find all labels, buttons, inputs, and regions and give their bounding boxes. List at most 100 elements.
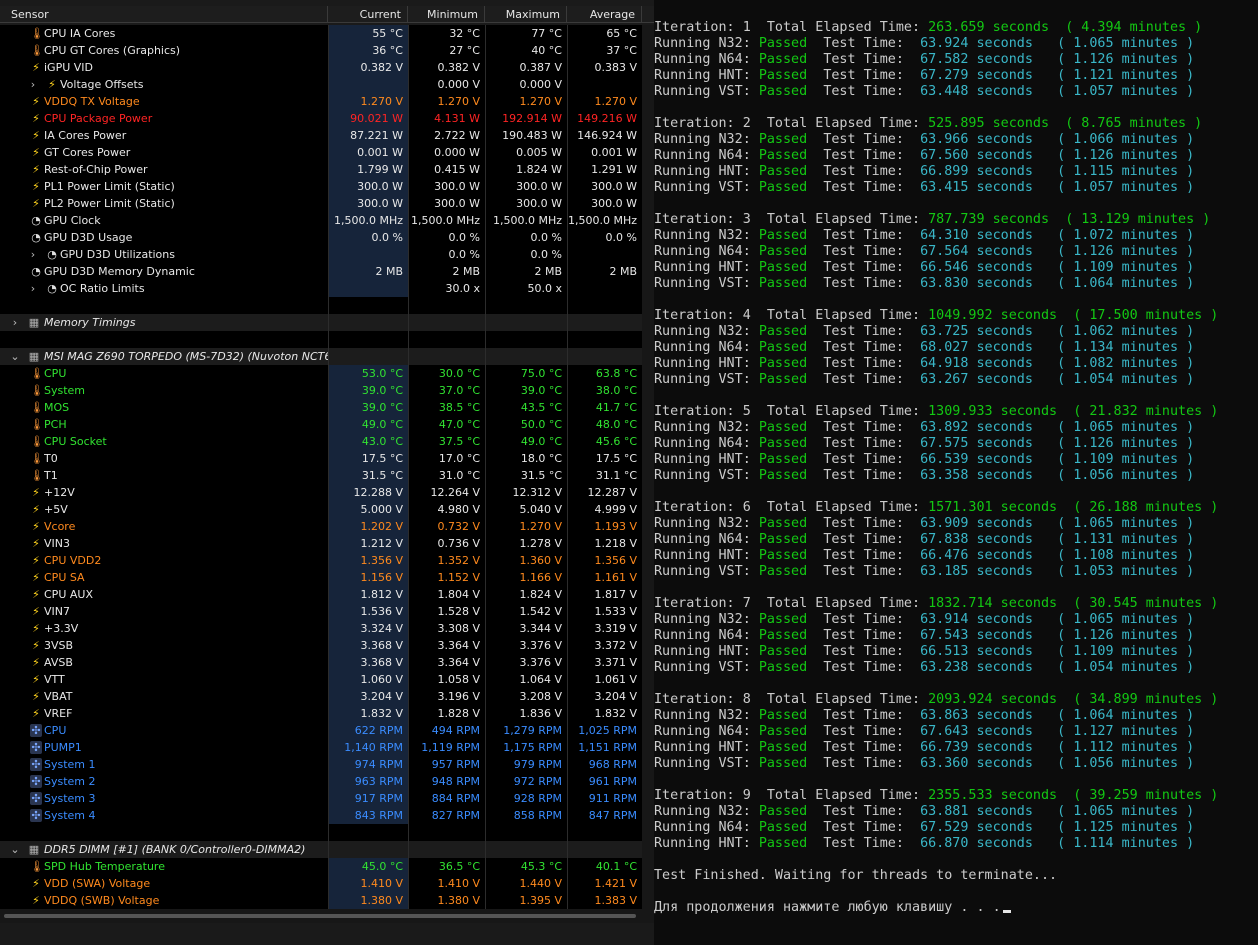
vertical-scrollbar[interactable] <box>642 25 654 909</box>
sensor-row[interactable]: ✣ PUMP1 1,140 RPM 1,119 RPM 1,175 RPM 1,151 R… <box>0 739 642 756</box>
horizontal-scrollbar[interactable] <box>0 909 654 923</box>
average-value: 1,025 RPM <box>567 722 642 739</box>
column-header-average[interactable]: Average <box>567 6 642 23</box>
expand-toggle-icon[interactable]: ⌄ <box>10 841 20 858</box>
average-value: 65 °C <box>567 25 642 42</box>
sensor-row[interactable]: 🌡 CPU IA Cores 55 °C 32 °C 77 °C 65 °C <box>0 25 642 42</box>
sensor-row[interactable]: 🌡 System 39.0 °C 37.0 °C 39.0 °C 38.0 °C <box>0 382 642 399</box>
sensor-row[interactable]: ✣ System 1 974 RPM 957 RPM 979 RPM 968 RPM <box>0 756 642 773</box>
running-label: Running <box>654 164 711 179</box>
elapsed-seconds: 263.659 seconds <box>928 20 1050 35</box>
sensor-row[interactable]: ◔ GPU D3D Memory Dynamic 2 MB 2 MB 2 MB 2 MB <box>0 263 642 280</box>
sensor-row[interactable]: ⚡ VIN3 1.212 V 0.736 V 1.278 V 1.218 V <box>0 535 642 552</box>
sensor-table-body: 🌡 CPU IA Cores 55 °C 32 °C 77 °C 65 °C 🌡 CPU GT… <box>0 25 642 909</box>
minimum-value: 1.152 V <box>408 569 485 586</box>
sensor-row[interactable]: ⚡ VBAT 3.204 V 3.196 V 3.208 V 3.204 V <box>0 688 642 705</box>
test-time-label: Test Time: <box>823 436 904 451</box>
expand-toggle-icon[interactable]: › <box>28 280 38 297</box>
column-header-maximum[interactable]: Maximum <box>485 6 567 23</box>
sensor-row[interactable]: ⚡ CPU AUX 1.812 V 1.804 V 1.824 V 1.817 V <box>0 586 642 603</box>
minimum-value: 0.732 V <box>408 518 485 535</box>
sensor-row[interactable]: ⚡ VTT 1.060 V 1.058 V 1.064 V 1.061 V <box>0 671 642 688</box>
sensor-row[interactable]: › ◔ GPU D3D Utilizations 0.0 % 0.0 % <box>0 246 642 263</box>
test-time-seconds: 67.564 seconds <box>920 244 1033 259</box>
sensor-row[interactable]: 🌡 T0 17.5 °C 17.0 °C 18.0 °C 17.5 °C <box>0 450 642 467</box>
sensor-row[interactable]: 🌡 PCH 49.0 °C 47.0 °C 50.0 °C 48.0 °C <box>0 416 642 433</box>
sensor-row[interactable]: ⚡ VDDQ (SWB) Voltage 1.380 V 1.380 V 1.395 V… <box>0 892 642 909</box>
sensor-row[interactable]: ⚡ Rest-of-Chip Power 1.799 W 0.415 W 1.824 W… <box>0 161 642 178</box>
sensor-row[interactable]: ✣ System 3 917 RPM 884 RPM 928 RPM 911 RPM <box>0 790 642 807</box>
expand-toggle-icon[interactable]: › <box>10 314 20 331</box>
minimum-value: 17.0 °C <box>408 450 485 467</box>
sensor-row[interactable]: ⚡ +12V 12.288 V 12.264 V 12.312 V 12.287 V <box>0 484 642 501</box>
column-header-current[interactable]: Current <box>328 6 408 23</box>
sensor-group-row[interactable]: ⌄ ▦ DDR5 DIMM [#1] (BANK 0/Controller0-DIM… <box>0 841 642 858</box>
expand-toggle-icon[interactable]: › <box>28 246 38 263</box>
sensor-row[interactable]: ⚡ +3.3V 3.324 V 3.308 V 3.344 V 3.319 V <box>0 620 642 637</box>
sensor-row[interactable]: ⚡ VIN7 1.536 V 1.528 V 1.542 V 1.533 V <box>0 603 642 620</box>
maximum-value: 50.0 °C <box>485 416 567 433</box>
sensor-group-row[interactable]: ⌄ ▦ MSI MAG Z690 TORPEDO (MS-7D32) (Nuvoto… <box>0 348 642 365</box>
sensor-label: CPU Socket <box>44 435 107 448</box>
thermometer-icon: 🌡 <box>30 401 44 414</box>
sensor-row[interactable]: › ⚡ Voltage Offsets 0.000 V 0.000 V <box>0 76 642 93</box>
sensor-row[interactable]: ⚡ CPU VDD2 1.356 V 1.352 V 1.360 V 1.356 V <box>0 552 642 569</box>
sensor-row[interactable]: ⚡ VREF 1.832 V 1.828 V 1.836 V 1.832 V <box>0 705 642 722</box>
minimum-value: 12.264 V <box>408 484 485 501</box>
iteration-number: 9 <box>742 788 751 803</box>
sensor-row[interactable]: ⚡ GT Cores Power 0.001 W 0.000 W 0.005 W 0.00… <box>0 144 642 161</box>
sensor-row[interactable]: ⚡ PL1 Power Limit (Static) 300.0 W 300.0 W3… <box>0 178 642 195</box>
sensor-row[interactable]: ⚡ VDD (SWA) Voltage 1.410 V 1.410 V 1.440 V1… <box>0 875 642 892</box>
expand-toggle-icon[interactable]: ⌄ <box>10 348 20 365</box>
sensor-row[interactable]: ⚡ PL2 Power Limit (Static) 300.0 W 300.0 W3… <box>0 195 642 212</box>
empty-cell <box>485 824 567 841</box>
sensor-row[interactable]: ⚡ Vcore 1.202 V 0.732 V 1.270 V 1.193 V <box>0 518 642 535</box>
sensor-row[interactable]: ⚡ CPU Package Power 90.021 W 4.131 W 192.914… <box>0 110 642 127</box>
test-time-minutes: ( 1.109 minutes ) <box>1057 260 1195 275</box>
running-label: Running <box>654 804 711 819</box>
maximum-value: 40 °C <box>485 42 567 59</box>
column-header-sensor[interactable]: Sensor <box>0 6 328 23</box>
test-result-status: Passed <box>758 148 808 163</box>
sensor-row[interactable]: ⚡ +5V 5.000 V 4.980 V 5.040 V 4.999 V <box>0 501 642 518</box>
sensor-row[interactable]: ⚡ 3VSB 3.368 V 3.364 V 3.376 V 3.372 V <box>0 637 642 654</box>
expand-toggle-icon[interactable]: › <box>28 76 38 93</box>
current-value: 3.324 V <box>328 620 408 637</box>
sensor-row[interactable]: ✣ System 2 963 RPM 948 RPM 972 RPM 961 RPM <box>0 773 642 790</box>
lightning-bolt-icon: ⚡ <box>32 180 40 193</box>
test-name: N64 <box>718 628 743 643</box>
running-label: Running <box>654 420 711 435</box>
sensor-row[interactable]: 🌡 MOS 39.0 °C 38.5 °C 43.5 °C 41.7 °C <box>0 399 642 416</box>
fan-icon: ✣ <box>30 724 42 737</box>
sensor-row[interactable]: 🌡 T1 31.5 °C 31.0 °C 31.5 °C 31.1 °C <box>0 467 642 484</box>
maximum-value: 3.344 V <box>485 620 567 637</box>
thermometer-icon: 🌡 <box>30 367 44 380</box>
iteration-label: Iteration: <box>654 692 735 707</box>
running-label: Running <box>654 148 711 163</box>
test-name: HNT <box>718 644 743 659</box>
sensor-row[interactable]: ⚡ AVSB 3.368 V 3.364 V 3.376 V 3.371 V <box>0 654 642 671</box>
sensor-row[interactable]: ◔ GPU D3D Usage 0.0 % 0.0 % 0.0 % 0.0 % <box>0 229 642 246</box>
sensor-row[interactable]: 🌡 CPU 53.0 °C 30.0 °C 75.0 °C 63.8 °C <box>0 365 642 382</box>
sensor-row[interactable]: › ◔ OC Ratio Limits 30.0 x 50.0 x <box>0 280 642 297</box>
sensor-row[interactable]: ⚡ IA Cores Power 87.221 W 2.722 W 190.483 W1… <box>0 127 642 144</box>
horizontal-scrollbar-thumb[interactable] <box>4 914 636 918</box>
sensor-label: 3VSB <box>44 639 74 652</box>
average-value: 0.0 % <box>567 229 642 246</box>
column-header-minimum[interactable]: Minimum <box>408 6 485 23</box>
sensor-row[interactable]: ✣ System 4 843 RPM 827 RPM 858 RPM 847 RPM <box>0 807 642 824</box>
sensor-label: VIN3 <box>44 537 70 550</box>
sensor-row[interactable]: 🌡 SPD Hub Temperature 45.0 °C 36.5 °C 45.3 °… <box>0 858 642 875</box>
sensor-row[interactable]: ◔ GPU Clock 1,500.0 MHz 1,500.0 MHz 1,500.0 … <box>0 212 642 229</box>
test-time-seconds: 63.267 seconds <box>920 372 1033 387</box>
running-label: Running <box>654 468 711 483</box>
sensor-group-row[interactable]: › ▦ Memory Timings <box>0 314 642 331</box>
sensor-row[interactable]: ✣ CPU 622 RPM 494 RPM 1,279 RPM 1,025 RPM <box>0 722 642 739</box>
sensor-row[interactable]: 🌡 CPU Socket 43.0 °C 37.5 °C 49.0 °C 45.6 °C <box>0 433 642 450</box>
sensor-row[interactable]: ⚡ VDDQ TX Voltage 1.270 V 1.270 V 1.270 V 1.2… <box>0 93 642 110</box>
chip-icon: ▦ <box>28 316 40 329</box>
sensor-row[interactable]: ⚡ CPU SA 1.156 V 1.152 V 1.166 V 1.161 V <box>0 569 642 586</box>
sensor-row[interactable]: ⚡ iGPU VID 0.382 V 0.382 V 0.387 V 0.383 V <box>0 59 642 76</box>
running-label: Running <box>654 836 711 851</box>
sensor-row[interactable]: 🌡 CPU GT Cores (Graphics) 36 °C 27 °C 40 °C 3… <box>0 42 642 59</box>
